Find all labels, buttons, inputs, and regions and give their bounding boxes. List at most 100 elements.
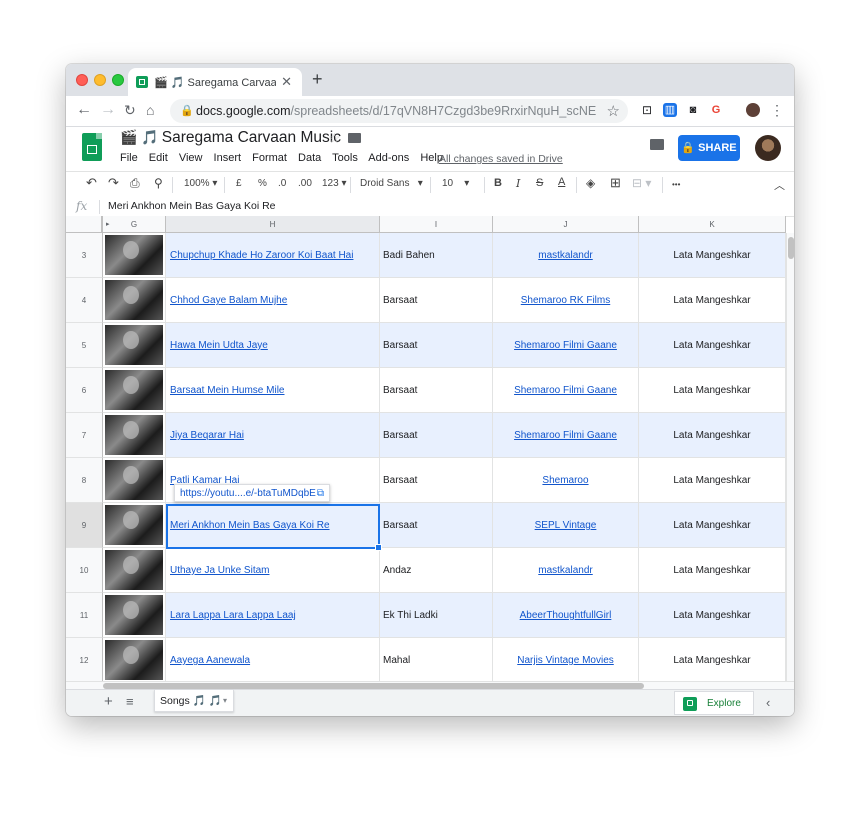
film-cell[interactable]: Ek Thi Ladki: [380, 593, 493, 638]
explore-button[interactable]: Explore: [674, 691, 754, 715]
print-icon[interactable]: ⎙: [130, 176, 140, 191]
chevron-down-icon[interactable]: ▾: [223, 690, 227, 712]
singer-cell[interactable]: Lata Mangeshkar: [639, 638, 786, 683]
row-number[interactable]: 9: [66, 503, 103, 548]
film-cell[interactable]: Barsaat: [380, 503, 493, 548]
singer-cell[interactable]: Lata Mangeshkar: [639, 323, 786, 368]
channel-link[interactable]: Shemaroo: [542, 475, 588, 486]
row-number[interactable]: 4: [66, 278, 103, 323]
address-bar[interactable]: 🔒 docs.google.com/spreadsheets/d/17qVN8H…: [170, 99, 628, 123]
channel-link[interactable]: Shemaroo Filmi Gaane: [514, 340, 617, 351]
singer-cell[interactable]: Lata Mangeshkar: [639, 278, 786, 323]
channel-link[interactable]: mastkalandr: [538, 250, 592, 261]
row-number[interactable]: 5: [66, 323, 103, 368]
thumbnail-cell[interactable]: [103, 458, 166, 503]
more-formats-select[interactable]: 123 ▾: [322, 178, 347, 189]
google-extension-icon[interactable]: G: [709, 103, 723, 117]
link-preview-url[interactable]: https://youtu....e/-btaTuMDqbE: [180, 488, 316, 499]
zoom-select[interactable]: 100% ▾: [184, 178, 217, 189]
text-color-button[interactable]: A: [558, 176, 565, 188]
channel-cell[interactable]: Shemaroo Filmi Gaane: [493, 413, 639, 458]
film-cell[interactable]: Barsaat: [380, 323, 493, 368]
vertical-scrollbar[interactable]: [786, 233, 794, 688]
profile-avatar-icon[interactable]: [746, 103, 760, 117]
paint-format-icon[interactable]: ⚲: [154, 176, 163, 190]
folder-icon[interactable]: [348, 133, 361, 143]
thumbnail-cell[interactable]: [103, 368, 166, 413]
song-cell[interactable]: Barsaat Mein Humse Mile: [166, 368, 380, 413]
menu-format[interactable]: Format: [252, 152, 287, 164]
maximize-window-button[interactable]: [112, 74, 124, 86]
row-number[interactable]: 10: [66, 548, 103, 593]
forward-arrow-icon[interactable]: →: [100, 101, 116, 119]
sheet-tab-songs[interactable]: Songs 🎵 🎵 ▾: [154, 690, 234, 712]
row-number[interactable]: 3: [66, 233, 103, 278]
close-window-button[interactable]: [76, 74, 88, 86]
channel-cell[interactable]: mastkalandr: [493, 233, 639, 278]
more-icon[interactable]: •••: [672, 180, 680, 189]
song-link[interactable]: Chupchup Khade Ho Zaroor Koi Baat Hai: [170, 250, 353, 261]
singer-cell[interactable]: Lata Mangeshkar: [639, 548, 786, 593]
redo-icon[interactable]: ↷: [108, 175, 119, 191]
channel-cell[interactable]: mastkalandr: [493, 548, 639, 593]
song-link[interactable]: Aayega Aanewala: [170, 655, 250, 666]
song-cell[interactable]: Jiya Beqarar Hai: [166, 413, 380, 458]
currency-format-button[interactable]: £: [236, 178, 242, 189]
column-header-g[interactable]: ▸ G: [103, 216, 166, 233]
formula-input[interactable]: Meri Ankhon Mein Bas Gaya Koi Re: [108, 200, 276, 212]
song-link[interactable]: Chhod Gaye Balam Mujhe: [170, 295, 287, 306]
channel-cell[interactable]: Narjis Vintage Movies: [493, 638, 639, 683]
font-select[interactable]: Droid Sans ▾: [360, 178, 423, 189]
percent-format-button[interactable]: %: [258, 178, 267, 189]
italic-button[interactable]: I: [516, 177, 520, 190]
menu-edit[interactable]: Edit: [149, 152, 168, 164]
singer-cell[interactable]: Lata Mangeshkar: [639, 503, 786, 548]
undo-icon[interactable]: ↶: [86, 175, 97, 191]
extension-lock-icon[interactable]: ⊡: [640, 103, 654, 117]
song-link[interactable]: Uthaye Ja Unke Sitam: [170, 565, 270, 576]
document-title[interactable]: 🎬 🎵 Saregama Carvaan Music: [120, 129, 341, 147]
select-all-corner[interactable]: [66, 216, 103, 233]
channel-link[interactable]: Narjis Vintage Movies: [517, 655, 614, 666]
singer-cell[interactable]: Lata Mangeshkar: [639, 413, 786, 458]
channel-link[interactable]: AbeerThoughtfullGirl: [520, 610, 612, 621]
star-icon[interactable]: ☆: [328, 130, 341, 147]
collapse-menu-icon[interactable]: ︿: [774, 177, 785, 193]
fill-color-icon[interactable]: ◈: [586, 176, 595, 190]
new-tab-button[interactable]: +: [312, 69, 323, 90]
chevron-left-icon[interactable]: ‹: [766, 695, 770, 710]
link-preview-tooltip[interactable]: https://youtu....e/-btaTuMDqbE ⧉: [174, 484, 330, 502]
row-number[interactable]: 6: [66, 368, 103, 413]
song-cell[interactable]: Lara Lappa Lara Lappa Laaj: [166, 593, 380, 638]
singer-cell[interactable]: Lata Mangeshkar: [639, 368, 786, 413]
song-link[interactable]: Barsaat Mein Humse Mile: [170, 385, 284, 396]
channel-link[interactable]: Shemaroo RK Films: [521, 295, 610, 306]
thumbnail-cell[interactable]: [103, 503, 166, 548]
spreadsheet-grid[interactable]: ▸ G H I J K 3 Chupchup Khade Ho Zaroor Koi…: [66, 216, 794, 688]
bookmark-star-icon[interactable]: ☆: [607, 102, 620, 120]
thumbnail-cell[interactable]: [103, 323, 166, 368]
thumbnail-cell[interactable]: [103, 593, 166, 638]
channel-link[interactable]: Shemaroo Filmi Gaane: [514, 385, 617, 396]
channel-cell[interactable]: SEPL Vintage: [493, 503, 639, 548]
thumbnail-cell[interactable]: [103, 413, 166, 458]
browser-tab[interactable]: 🎬 🎵 Saregama Carvaan Musi ✕: [128, 68, 302, 96]
add-sheet-button[interactable]: +: [104, 693, 113, 710]
row-number[interactable]: 12: [66, 638, 103, 683]
film-cell[interactable]: Barsaat: [380, 368, 493, 413]
song-cell[interactable]: Meri Ankhon Mein Bas Gaya Koi Re: [166, 503, 380, 548]
trello-extension-icon[interactable]: ▥: [663, 103, 677, 117]
column-header-j[interactable]: J: [493, 216, 639, 233]
singer-cell[interactable]: Lata Mangeshkar: [639, 593, 786, 638]
strikethrough-button[interactable]: S: [536, 177, 543, 189]
avatar[interactable]: [755, 135, 781, 161]
film-cell[interactable]: Andaz: [380, 548, 493, 593]
open-link-icon[interactable]: ⧉: [317, 485, 324, 503]
column-header-k[interactable]: K: [639, 216, 786, 233]
thumbnail-cell[interactable]: [103, 233, 166, 278]
channel-cell[interactable]: Shemaroo Filmi Gaane: [493, 368, 639, 413]
film-cell[interactable]: Barsaat: [380, 413, 493, 458]
song-cell[interactable]: Hawa Mein Udta Jaye: [166, 323, 380, 368]
merge-cells-icon[interactable]: ⊟ ▾: [632, 176, 651, 190]
film-cell[interactable]: Badi Bahen: [380, 233, 493, 278]
